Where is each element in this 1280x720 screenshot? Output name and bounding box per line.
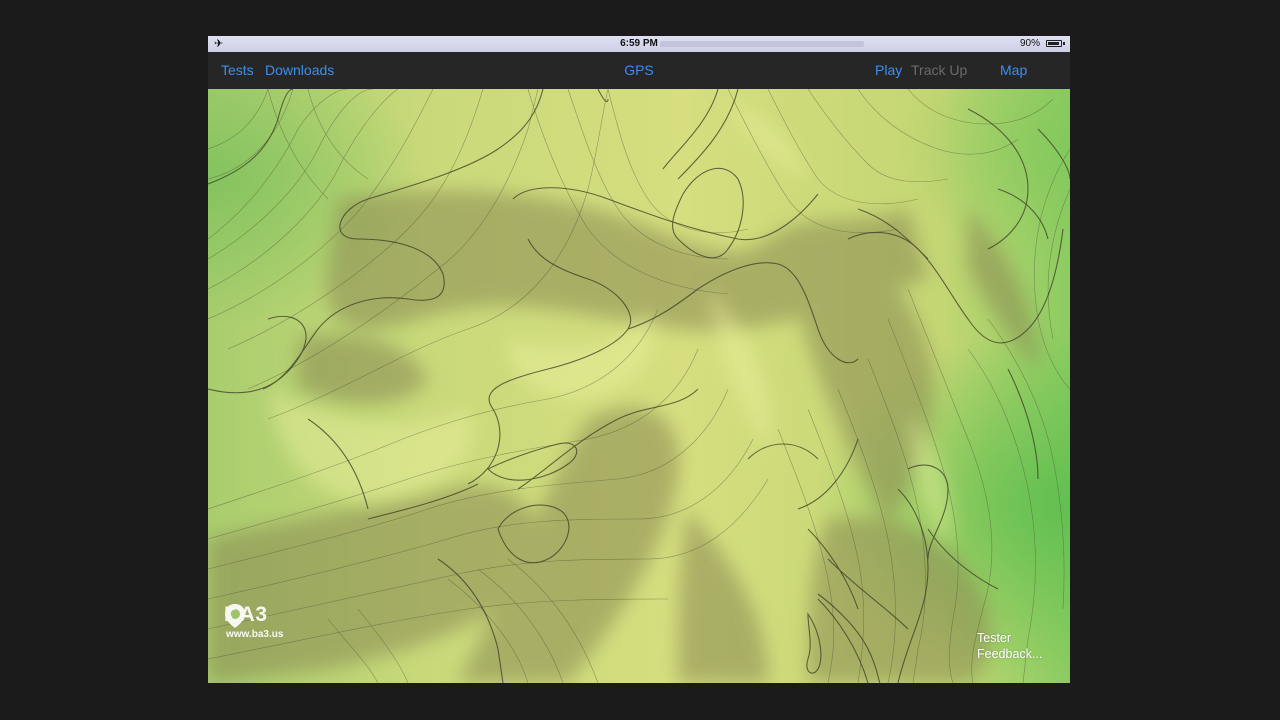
battery-tip [1063,42,1065,45]
battery-fill [1048,42,1059,45]
status-bar: ✈ 6:59 PM 90% [208,36,1070,52]
map-button[interactable]: Map [1000,52,1027,89]
play-button[interactable]: Play [875,52,902,89]
track-up-button[interactable]: Track Up [911,52,967,89]
ba3-logo-mark: BA3 [224,603,283,628]
location-pin-icon [225,604,245,628]
ba3-logo[interactable]: BA3 www.ba3.us [224,603,283,640]
status-time: 6:59 PM [620,38,658,49]
terrain-map-canvas[interactable] [208,89,1070,683]
feedback-line-2: Feedback... [977,647,1043,661]
battery-percent: 90% [1019,38,1040,49]
battery-icon [1046,40,1062,47]
navigation-bar: Tests Downloads GPS Play Track Up Map [208,52,1070,89]
download-progress-bar [660,41,864,47]
tester-feedback-button[interactable]: Tester Feedback... [977,630,1042,662]
ipad-screen: ✈ 6:59 PM 90% Tests Downloads GPS Play T… [208,36,1070,683]
feedback-line-1: Tester [977,631,1012,645]
logo-url: www.ba3.us [226,629,284,640]
topo-map[interactable]: BA3 www.ba3.us Tester Feedback... [208,89,1070,683]
